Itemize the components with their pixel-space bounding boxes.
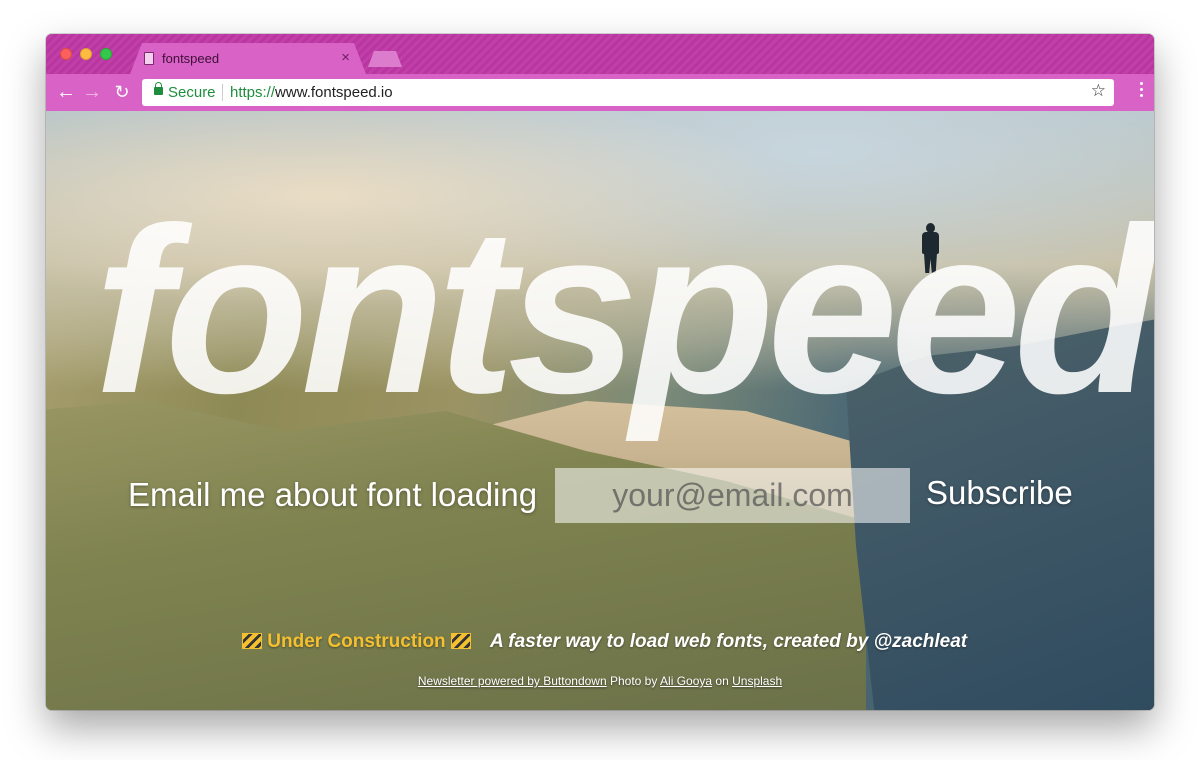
photographer-link[interactable]: Ali Gooya [660,674,712,688]
on-text: on [715,674,729,688]
bookmark-star-icon[interactable]: ☆ [1091,81,1106,101]
reload-icon[interactable]: ↻ [110,80,134,104]
signup-label: Email me about font loading [128,476,538,513]
under-construction-badge: Under Construction [242,631,471,653]
close-window-button[interactable] [60,48,72,60]
maximize-window-button[interactable] [100,48,112,60]
url-scheme: https:// [230,84,276,101]
email-input[interactable] [555,468,910,523]
photo-by-text: Photo by [609,674,658,688]
tagline: A faster way to load web fonts, created … [490,631,968,652]
construction-label: Under Construction [267,631,446,652]
page-icon [144,52,154,65]
minimize-window-button[interactable] [80,48,92,60]
browser-toolbar: ← → ↻ Secure https://www.fontspeed.io ☆ [46,74,1154,111]
forward-arrow-icon[interactable]: → [80,80,104,104]
site-logo-title: fontspeed [94,179,1154,443]
tab-close-icon[interactable]: × [341,49,350,66]
browser-menu-icon[interactable] [1140,82,1144,102]
lock-icon [154,82,163,95]
browser-window: fontspeed × ← → ↻ Secure https://www.fon… [46,34,1154,710]
secure-label: Secure [168,84,216,101]
tab-strip: fontspeed × [46,34,1154,74]
tab-title: fontspeed [162,51,220,66]
newsletter-link[interactable]: Newsletter powered by Buttondown [418,674,607,688]
construction-sign-icon [242,633,262,649]
subscribe-button[interactable]: Subscribe [926,474,1073,512]
address-bar[interactable]: Secure https://www.fontspeed.io ☆ [142,79,1114,106]
page-viewport: fontspeed Email me about font loading Su… [46,111,1154,710]
tab-fontspeed[interactable]: fontspeed × [130,43,366,74]
url-host: www.fontspeed.io [275,84,393,101]
url-text[interactable]: https://www.fontspeed.io [230,84,393,101]
new-tab-button[interactable] [368,51,402,67]
newsletter-signup: Email me about font loading Subscribe [46,466,1154,523]
unsplash-link[interactable]: Unsplash [732,674,782,688]
address-divider [222,84,223,101]
footer-credits: Newsletter powered by Buttondown Photo b… [46,674,1154,688]
back-arrow-icon[interactable]: ← [54,80,78,104]
construction-sign-icon [450,633,471,649]
